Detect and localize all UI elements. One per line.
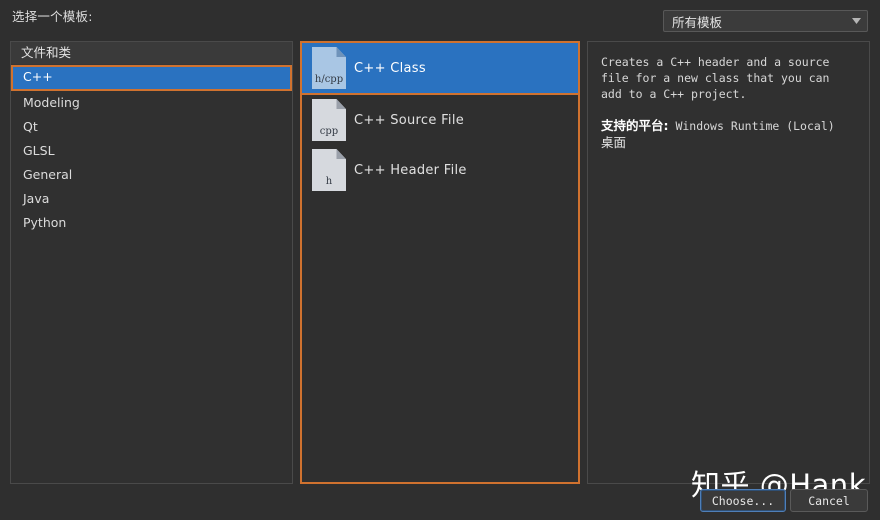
description-body: Creates a C++ header and a source file f… — [588, 42, 869, 151]
list-item-label: C++ Class — [354, 60, 426, 76]
file-icon: h/cpp — [312, 47, 346, 89]
sidebar-item-qt[interactable]: Qt — [11, 115, 292, 139]
sidebar-item-python[interactable]: Python — [11, 211, 292, 235]
sidebar-item-cpp[interactable]: C++ — [11, 65, 292, 91]
file-icon-extension: cpp — [319, 126, 339, 137]
page-title: 选择一个模板: — [12, 9, 93, 24]
description-platforms-value: Windows Runtime (Local) — [675, 119, 835, 133]
chevron-down-icon — [845, 18, 867, 24]
sidebar-item-general[interactable]: General — [11, 163, 292, 187]
file-icon: h — [312, 149, 346, 191]
categories-list: C++ Modeling Qt GLSL General Java Python — [11, 65, 292, 235]
description-platform-extra: 桌面 — [601, 135, 627, 150]
templates-panel: h/cpp C++ Class cpp C++ Source File h C+… — [300, 41, 580, 484]
cancel-button[interactable]: Cancel — [790, 489, 868, 512]
template-filter-dropdown[interactable]: 所有模板 — [663, 10, 868, 32]
description-platforms: 支持的平台: Windows Runtime (Local) 桌面 — [601, 118, 856, 151]
description-text: Creates a C++ header and a source file f… — [601, 55, 830, 101]
description-panel: Creates a C++ header and a source file f… — [587, 41, 870, 484]
templates-list: h/cpp C++ Class cpp C++ Source File h C+… — [302, 43, 578, 195]
file-icon-extension: h — [325, 176, 333, 187]
description-platforms-label: 支持的平台: — [601, 118, 669, 133]
list-item-label: C++ Source File — [354, 112, 465, 128]
list-item-cpp-class[interactable]: h/cpp C++ Class — [302, 43, 578, 95]
list-item-cpp-source-file[interactable]: cpp C++ Source File — [302, 95, 578, 145]
categories-panel: 文件和类 C++ Modeling Qt GLSL General Java P… — [10, 41, 293, 484]
list-item-label: C++ Header File — [354, 162, 467, 178]
sidebar-item-java[interactable]: Java — [11, 187, 292, 211]
categories-header: 文件和类 — [11, 42, 292, 65]
template-filter-value: 所有模板 — [672, 14, 723, 30]
list-item-cpp-header-file[interactable]: h C++ Header File — [302, 145, 578, 195]
sidebar-item-modeling[interactable]: Modeling — [11, 91, 292, 115]
file-icon: cpp — [312, 99, 346, 141]
sidebar-item-glsl[interactable]: GLSL — [11, 139, 292, 163]
file-icon-extension: h/cpp — [314, 74, 344, 85]
choose-button[interactable]: Choose... — [700, 489, 786, 512]
